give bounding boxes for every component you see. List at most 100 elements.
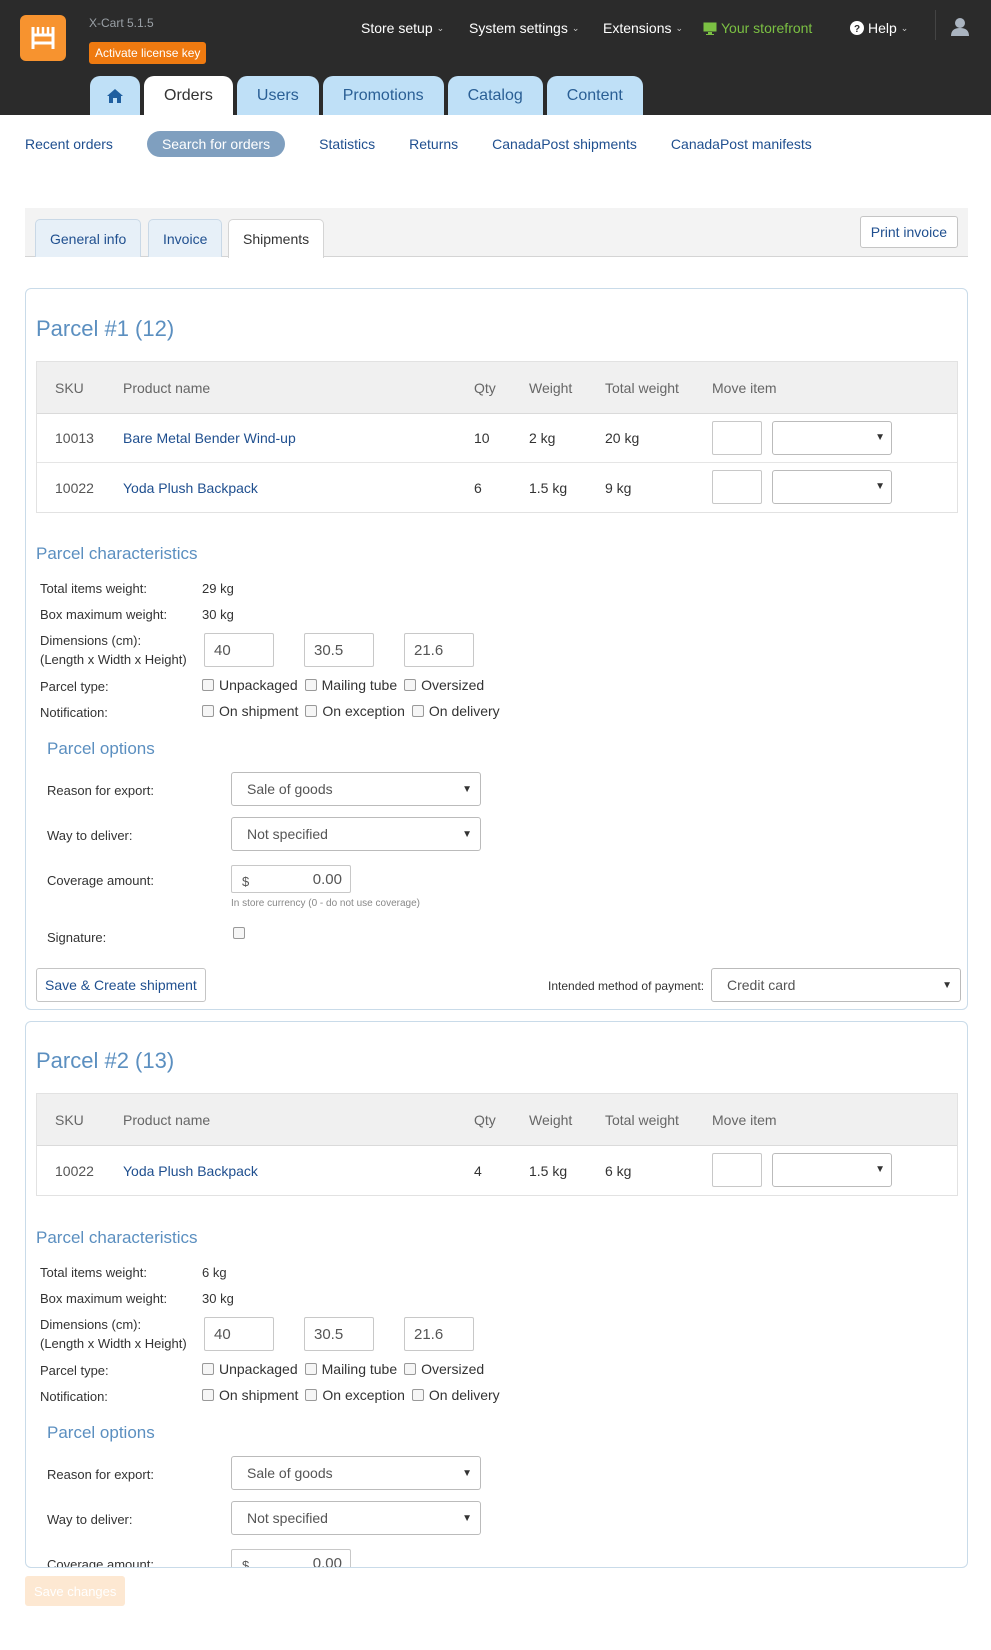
move-qty-input[interactable] — [712, 1153, 762, 1187]
subnav-statistics[interactable]: Statistics — [319, 136, 375, 152]
table-header: SKU Product name Qty Weight Total weight… — [37, 362, 957, 414]
dropdown-arrow-icon: ▼ — [462, 1512, 472, 1524]
on-delivery-checkbox[interactable] — [411, 705, 424, 717]
save-changes-button[interactable]: Save changes — [25, 1576, 126, 1606]
chevron-down-icon: ⌄ — [436, 22, 445, 33]
coverage-hint: In store currency (0 - do not use covera… — [231, 898, 420, 909]
height-input[interactable]: 21.6 — [404, 1317, 474, 1351]
box-max-weight-value: 30 kg — [202, 1291, 234, 1306]
on-shipment-checkbox[interactable] — [202, 1389, 214, 1401]
tab-catalog[interactable]: Catalog — [447, 76, 543, 115]
col-sku: SKU — [55, 1111, 84, 1128]
reason-for-export-select[interactable]: Sale of goods ▼ — [231, 772, 481, 806]
coverage-amount-label: Coverage amount: — [47, 873, 154, 888]
table-row: 10013 Bare Metal Bender Wind-up 10 2 kg … — [37, 414, 957, 463]
product-link[interactable]: Yoda Plush Backpack — [123, 480, 258, 496]
on-exception-checkbox[interactable] — [305, 705, 318, 717]
payment-method-select[interactable]: Credit card ▼ — [711, 968, 961, 1002]
nav-label: Store setup — [361, 20, 433, 36]
version-label: X-Cart 5.1.5 — [89, 16, 154, 30]
on-exception-checkbox[interactable] — [305, 1389, 318, 1401]
coverage-amount-input[interactable]: $ 0.00 — [231, 865, 351, 893]
nav-help[interactable]: ? Help ⌄ — [850, 18, 908, 38]
move-target-select[interactable]: ▼ — [772, 470, 892, 504]
save-create-shipment-button[interactable]: Save & Create shipment — [36, 968, 206, 1002]
tab-home[interactable] — [90, 76, 140, 115]
subnav-canadapost-manifests[interactable]: CanadaPost manifests — [671, 136, 812, 152]
tab-users[interactable]: Users — [236, 76, 319, 115]
length-input[interactable]: 40 — [204, 633, 274, 667]
coverage-value: 0.00 — [312, 1555, 342, 1568]
tab-content[interactable]: Content — [546, 76, 643, 115]
way-to-deliver-select[interactable]: Not specified ▼ — [231, 1501, 481, 1535]
unpackaged-label: Unpackaged — [219, 1361, 298, 1377]
subnav-recent-orders[interactable]: Recent orders — [25, 136, 113, 152]
reason-for-export-select[interactable]: Sale of goods ▼ — [231, 1456, 481, 1490]
length-input[interactable]: 40 — [204, 1317, 274, 1351]
coverage-amount-input[interactable]: $ 0.00 — [231, 1549, 351, 1568]
width-input[interactable]: 30.5 — [304, 633, 374, 667]
col-qty: Qty — [474, 1111, 496, 1128]
dropdown-arrow-icon: ▼ — [942, 979, 952, 991]
nav-your-storefront[interactable]: Your storefront — [703, 18, 812, 38]
on-shipment-label: On shipment — [219, 1387, 299, 1403]
col-total-weight: Total weight — [605, 1111, 679, 1128]
total-weight-value: 29 kg — [202, 581, 234, 596]
on-delivery-checkbox[interactable] — [411, 1389, 424, 1401]
move-qty-input[interactable] — [712, 470, 762, 504]
nav-system-settings[interactable]: System settings ⌄ — [469, 18, 579, 38]
signature-checkbox[interactable] — [233, 927, 245, 939]
chevron-down-icon: ⌄ — [675, 22, 684, 33]
total-weight-cell: 20 kg — [605, 430, 640, 446]
way-to-deliver-select[interactable]: Not specified ▼ — [231, 817, 481, 851]
parcel-title: Parcel #1 (12) — [36, 316, 175, 341]
subnav-canadapost-shipments[interactable]: CanadaPost shipments — [492, 136, 637, 152]
product-link[interactable]: Bare Metal Bender Wind-up — [123, 430, 296, 446]
order-tabs: General info Invoice Shipments Print inv… — [25, 208, 968, 258]
nav-store-setup[interactable]: Store setup ⌄ — [361, 18, 444, 38]
product-link[interactable]: Yoda Plush Backpack — [123, 1163, 258, 1179]
select-value: Credit card — [727, 977, 796, 993]
move-target-select[interactable]: ▼ — [772, 421, 892, 455]
parcel-type-options: Unpackaged Mailing tube Oversized — [202, 677, 484, 693]
nav-extensions[interactable]: Extensions ⌄ — [603, 18, 683, 38]
unpackaged-checkbox[interactable] — [202, 1363, 214, 1375]
tab-promotions[interactable]: Promotions — [322, 76, 444, 115]
tab-orders[interactable]: Orders — [144, 76, 233, 115]
height-input[interactable]: 21.6 — [404, 633, 474, 667]
on-exception-label: On exception — [322, 703, 405, 719]
home-icon — [107, 88, 123, 103]
signature-label: Signature: — [47, 930, 107, 945]
mailing-tube-checkbox[interactable] — [304, 1363, 317, 1375]
items-table: SKU Product name Qty Weight Total weight… — [36, 361, 958, 513]
subnav-returns[interactable]: Returns — [409, 136, 458, 152]
width-input[interactable]: 30.5 — [304, 1317, 374, 1351]
box-max-weight-label: Box maximum weight: — [40, 1291, 168, 1306]
subnav-search-for-orders[interactable]: Search for orders — [146, 131, 286, 157]
print-invoice-button[interactable]: Print invoice — [859, 216, 958, 248]
activate-license-button[interactable]: Activate license key — [89, 42, 207, 64]
total-weight-label: Total items weight: — [40, 581, 147, 596]
tab-shipments[interactable]: Shipments — [228, 219, 325, 258]
notification-label: Notification: — [40, 1389, 108, 1404]
qty-cell: 6 — [474, 479, 482, 496]
table-row: 10022 Yoda Plush Backpack 6 1.5 kg 9 kg … — [37, 463, 957, 512]
nav-divider — [935, 10, 936, 40]
tab-general-info[interactable]: General info — [35, 219, 142, 257]
oversized-checkbox[interactable] — [404, 679, 417, 691]
unpackaged-checkbox[interactable] — [202, 679, 214, 691]
xcart-logo[interactable] — [20, 15, 66, 61]
move-qty-input[interactable] — [712, 421, 762, 455]
oversized-checkbox[interactable] — [404, 1363, 417, 1375]
mailing-tube-checkbox[interactable] — [304, 679, 317, 691]
on-delivery-label: On delivery — [428, 703, 500, 719]
move-target-select[interactable]: ▼ — [772, 1153, 892, 1187]
way-to-deliver-label: Way to deliver: — [47, 828, 133, 843]
table-header: SKU Product name Qty Weight Total weight… — [37, 1094, 957, 1146]
notification-options: On shipment On exception On delivery — [202, 703, 500, 719]
user-icon[interactable] — [950, 17, 970, 37]
dropdown-arrow-icon: ▼ — [875, 1164, 885, 1175]
chevron-down-icon: ⌄ — [900, 22, 909, 33]
tab-invoice[interactable]: Invoice — [148, 219, 223, 257]
on-shipment-checkbox[interactable] — [202, 705, 214, 717]
